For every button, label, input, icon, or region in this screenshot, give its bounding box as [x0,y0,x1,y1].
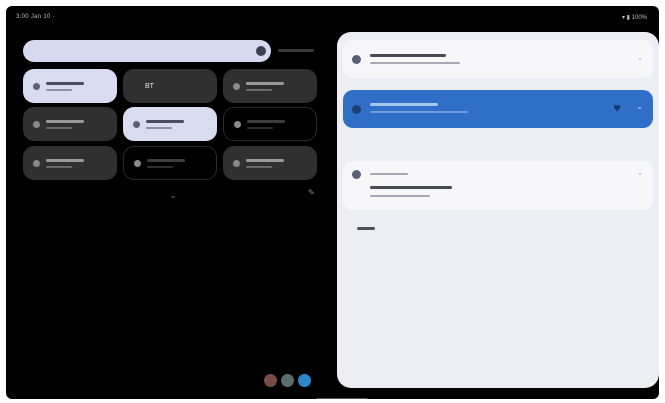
settings-dots-icon[interactable] [278,49,314,52]
app-icon[interactable] [298,374,311,387]
status-icons: ▾ ▮ 100% [622,15,647,21]
notification-panel: ⌄ ♥ ⌄ ⌄ [337,32,659,388]
notification-media[interactable]: ♥ ⌄ [343,90,653,128]
device-screen: 3:00 Jan 10 · ▾ ▮ 100% BT ✎ ⌄ ♥ ⌄ ⌄ [6,6,659,399]
tile-label: BT [145,82,154,90]
usb-icon [352,55,361,64]
app-icon[interactable] [281,374,294,387]
tile-auto-rotate[interactable] [123,107,217,141]
app-icon [352,170,361,179]
page-indicator [171,196,175,198]
tile-internet[interactable] [23,69,117,103]
manage-button[interactable] [357,227,375,230]
cast-icon [134,159,141,167]
heart-icon[interactable]: ♥ [613,100,621,115]
tile-bluetooth[interactable]: BT [123,69,217,103]
chevron-down-icon[interactable]: ⌄ [636,102,643,111]
tile-cast[interactable] [123,146,217,180]
tile-dnd[interactable] [223,69,317,103]
tile-dark-theme[interactable] [223,146,317,180]
dark-theme-icon [233,159,240,167]
brightness-slider[interactable] [23,40,271,62]
battery-icon [234,120,241,128]
flashlight-icon [33,120,40,128]
dnd-icon [233,82,240,90]
chevron-down-icon[interactable]: ⌄ [637,54,643,62]
record-icon [33,159,40,167]
status-time: 3:00 Jan 10 · [16,14,55,20]
edit-pencil-icon[interactable]: ✎ [308,188,315,197]
home-indicator[interactable] [316,398,368,399]
wifi-icon [33,82,40,90]
chevron-down-icon[interactable]: ⌄ [637,169,643,177]
tile-flashlight[interactable] [23,107,117,141]
taskbar-dock [264,374,311,387]
brightness-knob[interactable] [256,46,266,56]
app-icon[interactable] [264,374,277,387]
tile-screen-record[interactable] [23,146,117,180]
notification-silent[interactable]: ⌄ [343,161,653,210]
tile-battery-saver[interactable] [223,107,317,141]
notification-usb[interactable]: ⌄ [343,40,653,78]
rotate-icon [133,120,140,128]
app-icon [352,105,361,114]
